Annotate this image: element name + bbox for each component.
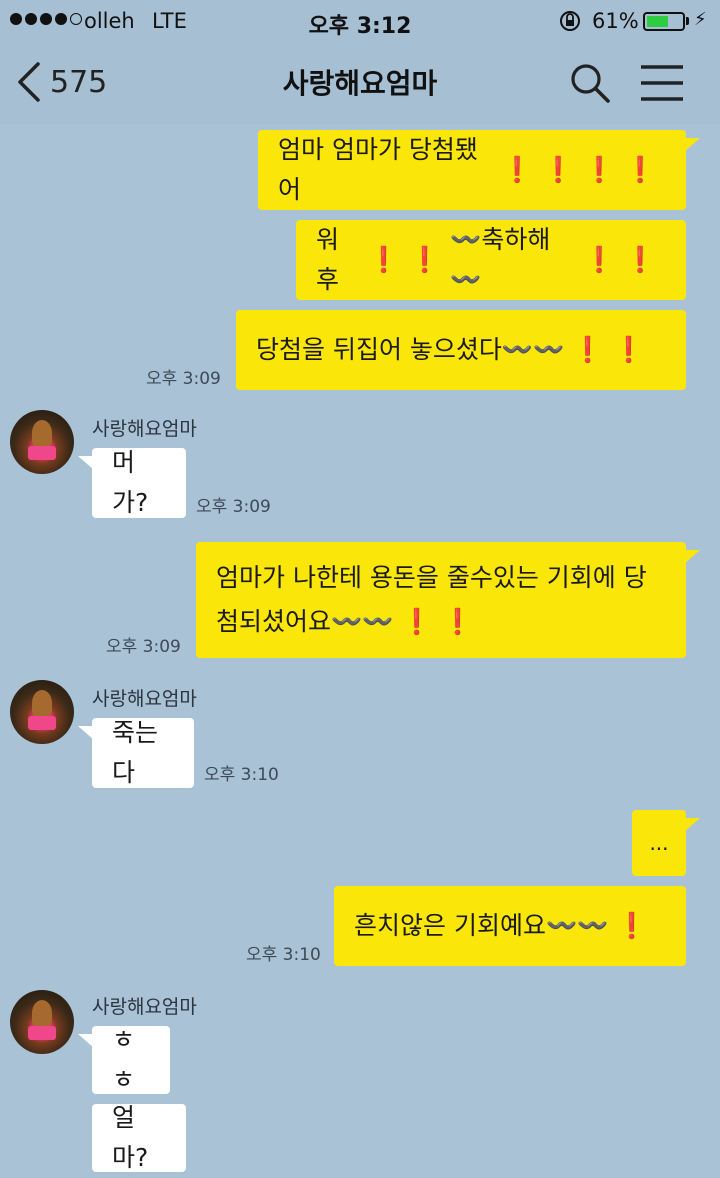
message-bubble[interactable]: 엄마가 나한테 용돈을 줄수있는 기회에 당 첨되셨어요〰️〰️ ❗❗ bbox=[196, 542, 700, 658]
message-time: 오후 3:09 bbox=[196, 497, 271, 517]
message-bubble[interactable]: 흔치않은 기회예요〰️〰️ ❗ bbox=[334, 886, 686, 966]
search-icon[interactable] bbox=[567, 60, 613, 106]
message-bubble[interactable]: 워후 ❗❗ 〰️축하해〰️ ❗❗ bbox=[296, 220, 686, 300]
message-bubble[interactable]: 엄마 엄마가 당첨됐어 ❗❗❗❗ bbox=[258, 130, 700, 210]
message-bubble[interactable]: 당첨을 뒤집어 놓으셨다〰️〰️ ❗❗ bbox=[236, 310, 686, 390]
message-bubble[interactable]: 머가? bbox=[78, 448, 186, 518]
avatar[interactable] bbox=[10, 990, 74, 1054]
message-text: 머가? bbox=[112, 448, 149, 517]
message-time: 오후 3:10 bbox=[246, 945, 321, 965]
message-bubble[interactable]: 죽는다 bbox=[78, 718, 194, 788]
message-bubble[interactable]: ㅎㅎ bbox=[78, 1025, 170, 1094]
message-time: 오후 3:10 bbox=[204, 765, 279, 785]
message-time: 오후 3:09 bbox=[146, 369, 221, 389]
menu-icon[interactable] bbox=[638, 62, 686, 104]
unread-count: 575 bbox=[50, 64, 108, 100]
rotation-lock-icon bbox=[560, 11, 580, 31]
exclamation-emoji: ❗❗ bbox=[367, 245, 451, 274]
exclamation-emoji: ❗❗❗❗ bbox=[501, 155, 666, 184]
message-text-line-1: 엄마가 나한테 용돈을 줄수있는 기회에 당 bbox=[216, 563, 647, 592]
status-bar: olleh LTE 오후 3:12 61% ⚡ bbox=[0, 0, 720, 42]
exclamation-emoji: ❗❗ bbox=[401, 607, 484, 636]
chevron-left-icon bbox=[18, 62, 40, 102]
sender-name: 사랑해요엄마 bbox=[92, 996, 197, 1018]
battery-tip bbox=[686, 17, 689, 25]
message-text: 워후 bbox=[316, 225, 340, 294]
exclamation-emoji: ❗❗ bbox=[583, 245, 666, 274]
message-text-line-2: 첨되셨어요〰️〰️ bbox=[216, 607, 394, 636]
message-text: 당첨을 뒤집어 놓으셨다〰️〰️ bbox=[256, 335, 565, 364]
exclamation-emoji: ❗❗ bbox=[572, 335, 655, 364]
battery-icon bbox=[643, 12, 685, 31]
charging-bolt-icon: ⚡ bbox=[694, 9, 707, 30]
avatar[interactable] bbox=[10, 410, 74, 474]
message-text: 죽는다 bbox=[112, 718, 159, 787]
message-text: ㅎㅎ bbox=[112, 1025, 136, 1094]
message-text-part: 〰️축하해〰️ bbox=[450, 225, 551, 294]
battery-percent: 61% bbox=[592, 9, 639, 33]
sender-name: 사랑해요엄마 bbox=[92, 418, 197, 440]
message-text: 엄마 엄마가 당첨됐어 bbox=[278, 135, 478, 204]
battery-level-fill bbox=[647, 16, 668, 27]
message-bubble[interactable]: ... bbox=[632, 810, 700, 876]
message-text: ... bbox=[649, 831, 669, 855]
exclamation-emoji: ❗ bbox=[616, 911, 658, 940]
avatar[interactable] bbox=[10, 680, 74, 744]
message-text: 흔치않은 기회예요〰️〰️ bbox=[354, 911, 609, 940]
message-bubble[interactable]: 얼마? bbox=[92, 1103, 186, 1172]
sender-name: 사랑해요엄마 bbox=[92, 688, 197, 710]
message-text: 얼마? bbox=[112, 1103, 149, 1172]
chat-header: 575 사랑해요엄마 bbox=[0, 42, 720, 124]
message-time: 오후 3:09 bbox=[106, 637, 181, 657]
back-button[interactable]: 575 bbox=[14, 56, 107, 108]
